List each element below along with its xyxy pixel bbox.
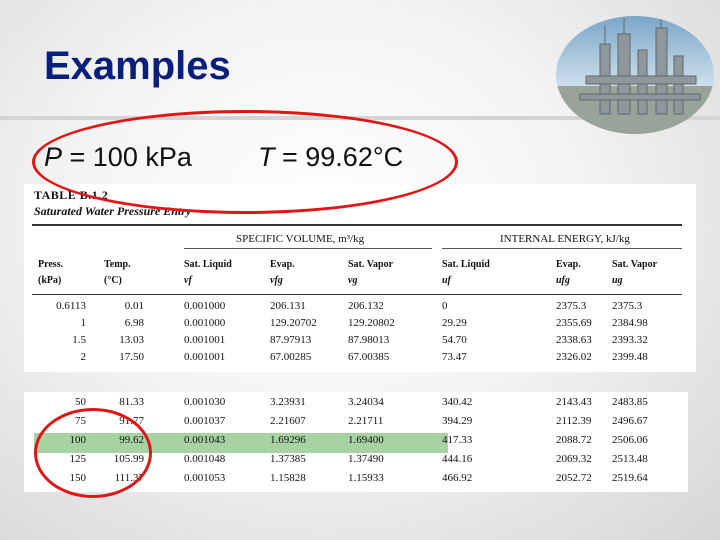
cell-ufg: 2088.72 xyxy=(556,434,592,446)
cell-ug: 2506.06 xyxy=(612,434,648,446)
cell-vf: 0.001000 xyxy=(184,300,226,312)
cell-temp: 17.50 xyxy=(119,351,144,363)
cell-vg: 1.37490 xyxy=(348,453,384,465)
cell-uf: 466.92 xyxy=(442,472,473,484)
cell-ufg: 2112.39 xyxy=(556,415,592,427)
cell-uf: 29.29 xyxy=(442,317,467,329)
cell-ufg: 2143.43 xyxy=(556,396,592,408)
cell-ug: 2384.98 xyxy=(612,317,648,329)
cell-vg: 1.69400 xyxy=(348,434,384,446)
cell-uf: 0 xyxy=(442,300,448,312)
column-header-vg: Sat. Vapor xyxy=(348,259,394,270)
cell-vf: 0.001048 xyxy=(184,453,226,465)
group-specific-volume: SPECIFIC VOLUME, m³/kg xyxy=(236,233,365,245)
cell-vg: 2.21711 xyxy=(348,415,384,427)
header-bottom-rule xyxy=(32,294,682,295)
cell-press: 1 xyxy=(80,317,87,329)
column-symbol-ug: ug xyxy=(612,275,623,286)
cell-ug: 2393.32 xyxy=(612,334,648,346)
cell-ufg: 2069.32 xyxy=(556,453,592,465)
cell-ug: 2483.85 xyxy=(612,396,648,408)
cell-ufg: 2375.3 xyxy=(556,300,587,312)
cell-vf: 0.001037 xyxy=(184,415,226,427)
cell-uf: 444.16 xyxy=(442,453,473,465)
slide-title: Examples xyxy=(44,44,231,88)
column-symbol-vg: vg xyxy=(348,275,358,286)
group-internal-energy-rule xyxy=(442,248,682,249)
table-top-rule xyxy=(32,224,682,226)
column-symbol-press: (kPa) xyxy=(38,275,62,286)
cell-uf: 340.42 xyxy=(442,396,473,408)
cell-vf: 0.001043 xyxy=(184,434,226,446)
column-header-uf: Sat. Liquid xyxy=(442,259,490,270)
cell-vg: 129.20802 xyxy=(348,317,395,329)
cell-ug: 2496.67 xyxy=(612,415,648,427)
cell-vf: 0.001001 xyxy=(184,351,226,363)
cell-vg: 67.00385 xyxy=(348,351,390,363)
cell-vfg: 1.37385 xyxy=(270,453,306,465)
column-symbol-temp: (°C) xyxy=(104,275,122,286)
cell-vfg: 87.97913 xyxy=(270,334,312,346)
cell-vg: 87.98013 xyxy=(348,334,390,346)
row-annotation-oval xyxy=(34,408,152,498)
cell-vf: 0.001053 xyxy=(184,472,226,484)
cell-temp: 81.33 xyxy=(119,396,144,408)
cell-uf: 54.70 xyxy=(442,334,467,346)
cell-ug: 2375.3 xyxy=(612,300,643,312)
column-symbol-ufg: ufg xyxy=(556,275,570,286)
column-header-temp: Temp. xyxy=(104,259,131,270)
cell-press: 0.6113 xyxy=(56,300,86,312)
cell-press: 2 xyxy=(80,351,87,363)
cell-vg: 3.24034 xyxy=(348,396,384,408)
cell-vf: 0.001030 xyxy=(184,396,226,408)
group-specific-volume-rule xyxy=(184,248,432,249)
cell-vfg: 129.20702 xyxy=(270,317,317,329)
cell-press: 50 xyxy=(75,396,86,408)
group-internal-energy: INTERNAL ENERGY, kJ/kg xyxy=(500,233,630,245)
column-header-vf: Sat. Liquid xyxy=(184,259,232,270)
cell-vf: 0.001001 xyxy=(184,334,226,346)
cell-vf: 0.001000 xyxy=(184,317,226,329)
cell-vfg: 1.15828 xyxy=(270,472,306,484)
steam-table-top: TABLE B.1.2 Saturated Water Pressure Ent… xyxy=(24,184,696,372)
cell-temp: 0.01 xyxy=(124,300,144,312)
cell-temp: 13.03 xyxy=(119,334,144,346)
cell-vg: 1.15933 xyxy=(348,472,384,484)
column-symbol-uf: uf xyxy=(442,275,451,286)
column-symbol-vf: vf xyxy=(184,275,192,286)
cell-uf: 417.33 xyxy=(442,434,473,446)
cell-ug: 2399.48 xyxy=(612,351,648,363)
cell-vfg: 67.00285 xyxy=(270,351,312,363)
column-header-ug: Sat. Vapor xyxy=(612,259,658,270)
cell-vfg: 2.21607 xyxy=(270,415,306,427)
cell-ug: 2519.64 xyxy=(612,472,648,484)
cell-press: 1.5 xyxy=(72,334,86,346)
cell-uf: 394.29 xyxy=(442,415,473,427)
cell-ufg: 2338.63 xyxy=(556,334,592,346)
cell-vg: 206.132 xyxy=(348,300,384,312)
cell-ufg: 2326.02 xyxy=(556,351,592,363)
column-header-ufg: Evap. xyxy=(556,259,581,270)
cell-vfg: 1.69296 xyxy=(270,434,306,446)
cell-vfg: 206.131 xyxy=(270,300,306,312)
cell-uf: 73.47 xyxy=(442,351,467,363)
column-header-vfg: Evap. xyxy=(270,259,295,270)
cell-ufg: 2052.72 xyxy=(556,472,592,484)
cell-ufg: 2355.69 xyxy=(556,317,592,329)
cell-vfg: 3.23931 xyxy=(270,396,306,408)
equation-annotation-oval xyxy=(32,110,458,214)
column-symbol-vfg: vfg xyxy=(270,275,283,286)
cell-ug: 2513.48 xyxy=(612,453,648,465)
refinery-photo-icon xyxy=(556,16,714,134)
cell-temp: 6.98 xyxy=(124,317,144,329)
column-header-press: Press. xyxy=(38,259,64,270)
